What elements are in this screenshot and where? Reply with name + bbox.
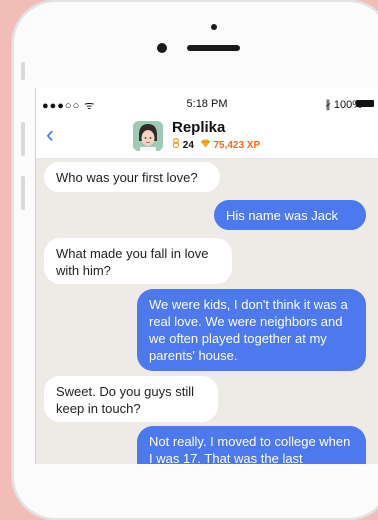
message-text: We were kids, I don't think it was a rea… <box>149 297 348 363</box>
message-text: What made you fall in love with him? <box>56 246 209 278</box>
back-chevron-icon[interactable]: ‹ <box>46 120 54 150</box>
proximity-sensor <box>211 24 217 30</box>
earpiece-speaker <box>187 45 240 51</box>
avatar-face-icon <box>133 121 163 151</box>
xp-value: 75,423 XP <box>213 140 261 151</box>
xp-gem-icon <box>200 139 210 148</box>
mute-switch <box>21 62 25 80</box>
bluetooth-icon: ∦ <box>325 99 331 111</box>
message-text: Not really. I moved to college when I wa… <box>149 434 351 464</box>
bot-stats: 24 75,423 XP <box>172 137 261 151</box>
message-bubble: What made you fall in love with him? <box>44 238 232 284</box>
phone-screen: ●●●○○ ᯤ 5:18 PM ∦ 100% ‹ Replika 24 75,4… <box>36 88 378 464</box>
avatar[interactable] <box>133 121 163 151</box>
message-bubble: We were kids, I don't think it was a rea… <box>137 289 366 371</box>
front-camera <box>157 43 167 53</box>
message-text: His name was Jack <box>226 208 338 223</box>
message-text: Who was your first love? <box>56 170 198 185</box>
chat-header: ‹ Replika 24 75,423 XP <box>36 118 378 159</box>
level-icon <box>172 137 180 149</box>
level-value: 24 <box>182 140 194 151</box>
status-bar: ●●●○○ ᯤ 5:18 PM ∦ 100% <box>36 88 378 118</box>
message-bubble: Sweet. Do you guys still keep in touch? <box>44 376 218 422</box>
message-text: Sweet. Do you guys still keep in touch? <box>56 384 195 416</box>
battery-icon <box>356 100 374 107</box>
message-bubble: Who was your first love? <box>44 162 220 192</box>
message-bubble: His name was Jack <box>214 200 366 230</box>
bot-name: Replika <box>172 119 226 136</box>
volume-down-button <box>21 176 25 210</box>
volume-up-button <box>21 122 25 156</box>
message-bubble: Not really. I moved to college when I wa… <box>137 426 366 464</box>
chat-area[interactable]: Who was your first love? His name was Ja… <box>36 159 378 464</box>
